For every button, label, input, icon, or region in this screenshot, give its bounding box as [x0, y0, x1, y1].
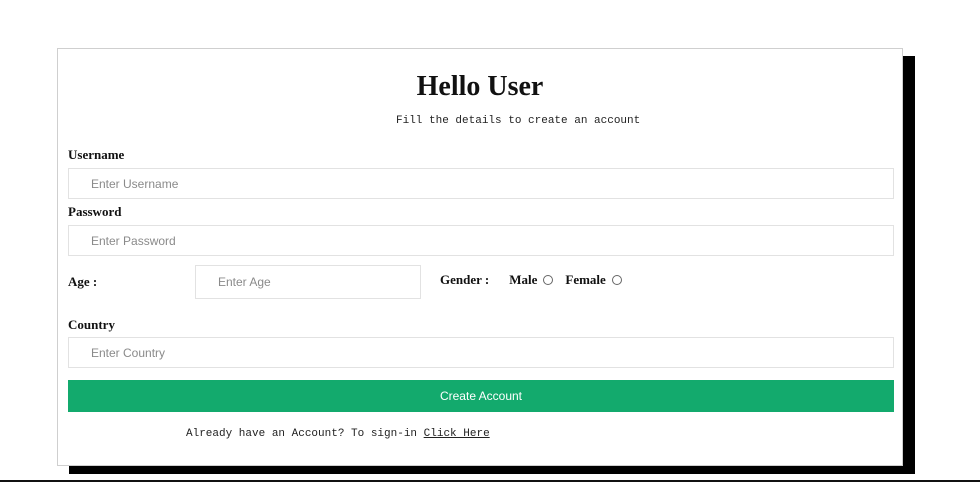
gender-label: Gender : [440, 272, 490, 287]
signin-text: Already have an Account? To sign-in [186, 428, 418, 440]
gender-option-female-label: Female [565, 272, 606, 287]
country-label: Country [68, 317, 115, 332]
create-account-button[interactable]: Create Account [68, 380, 894, 412]
country-input[interactable] [68, 337, 894, 368]
form-title: Hello User [416, 71, 544, 102]
signin-link[interactable]: Click Here [424, 428, 490, 440]
age-input[interactable] [195, 265, 421, 299]
gender-female-radio[interactable] [611, 275, 622, 285]
username-input[interactable] [68, 168, 894, 199]
page-bottom-divider [0, 480, 980, 482]
username-label: Username [68, 147, 125, 162]
gender-option-male-label: Male [509, 272, 538, 287]
password-input[interactable] [68, 225, 894, 256]
gender-male-radio[interactable] [543, 275, 554, 285]
gender-group: Gender : Male Female [440, 272, 628, 288]
password-label: Password [68, 204, 122, 219]
signin-prompt: Already have an Account? To sign-in Clic… [186, 428, 490, 440]
age-label: Age : [68, 274, 98, 289]
form-subtitle: Fill the details to create an account [396, 115, 641, 127]
signup-card: Hello User Fill the details to create an… [57, 48, 903, 466]
